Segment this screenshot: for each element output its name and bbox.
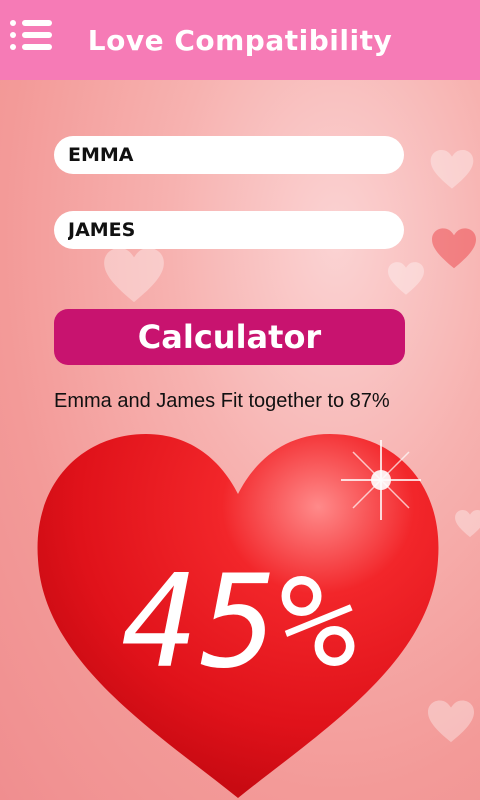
background-heart-icon	[104, 248, 164, 303]
background-heart-icon	[430, 150, 474, 189]
sparkle-icon	[341, 440, 421, 520]
second-name-input[interactable]	[54, 211, 404, 249]
background-heart-icon	[455, 510, 480, 538]
app-title: Love Compatibility	[87, 23, 393, 57]
percentage-value: 45%	[121, 548, 359, 697]
background-heart-icon	[388, 262, 424, 295]
background-heart-icon	[432, 228, 476, 269]
result-text: Emma and James Fit together to 87%	[54, 390, 390, 412]
app-header: Love Compatibility	[0, 0, 480, 80]
first-name-input[interactable]	[54, 136, 404, 174]
calculate-button[interactable]: Calculator	[54, 309, 405, 365]
menu-list-icon[interactable]	[10, 20, 54, 60]
